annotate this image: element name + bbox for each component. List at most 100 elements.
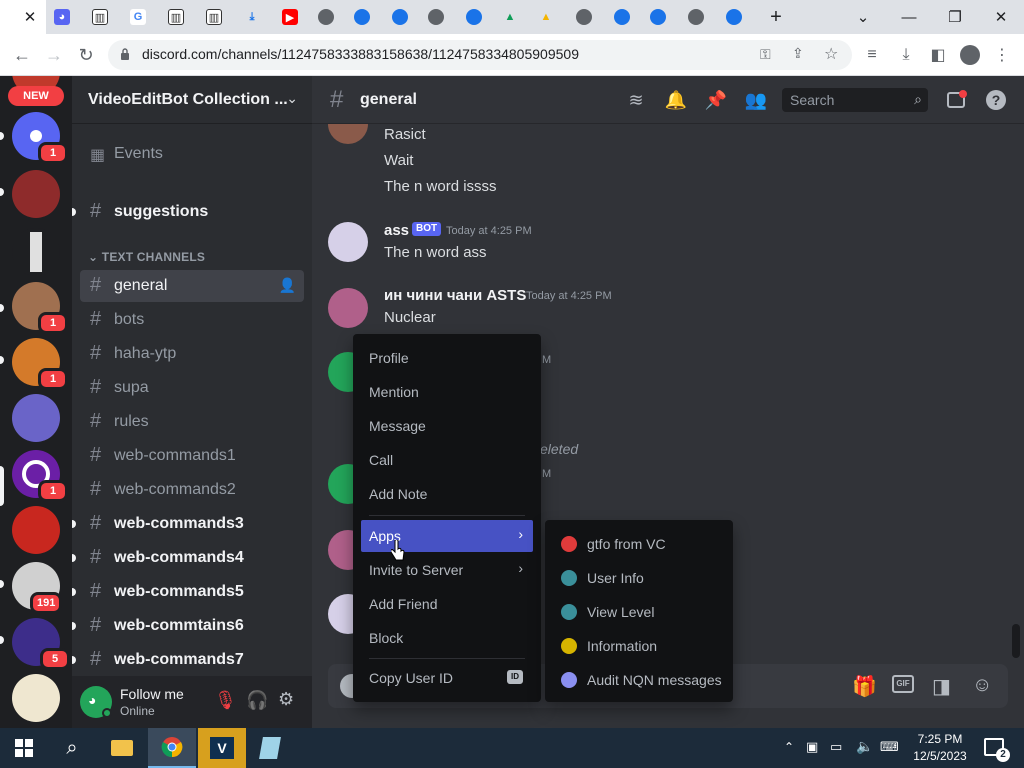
channel-web-commands1[interactable]: # web-commands1: [80, 440, 304, 472]
tab-globe-3[interactable]: [572, 0, 596, 34]
channel-web-commands7[interactable]: # web-commands7: [72, 644, 304, 676]
menu-item-add-note[interactable]: Add Note: [361, 478, 533, 510]
tab-archive-3[interactable]: ▥: [202, 0, 226, 34]
tab-search-button[interactable]: ⌄: [840, 0, 886, 34]
user-avatar[interactable]: [328, 222, 368, 262]
tab-globe-4[interactable]: [684, 0, 708, 34]
app-item-audit-nqn-messages[interactable]: Audit NQN messages: [553, 664, 725, 696]
tab-discord[interactable]: ◕: [50, 0, 74, 34]
help-icon[interactable]: ?: [984, 88, 1008, 112]
events-item[interactable]: ▦ Events: [80, 138, 304, 170]
search-input[interactable]: Search ⌕: [782, 88, 928, 112]
vegas-taskbar-button[interactable]: V: [198, 728, 246, 768]
pinned-messages-icon[interactable]: 📌: [704, 88, 728, 112]
tab-youtube[interactable]: ▶: [278, 0, 302, 34]
tab-globe-1[interactable]: [314, 0, 338, 34]
downloads-button[interactable]: ⤓: [894, 43, 918, 67]
tab-drive-2[interactable]: ▲: [534, 0, 558, 34]
back-button[interactable]: ←: [10, 43, 34, 67]
channel-suggestions[interactable]: # suggestions: [72, 196, 304, 228]
channel-rules[interactable]: # rules: [80, 406, 304, 438]
channel-general[interactable]: # general 👤: [80, 270, 304, 302]
inbox-icon[interactable]: [944, 88, 968, 112]
bookmark-star-icon[interactable]: ☆: [824, 44, 838, 64]
user-avatar[interactable]: ◕: [80, 686, 112, 718]
taskbar-clock[interactable]: 7:25 PM 12/5/2023: [900, 731, 980, 765]
restore-button[interactable]: ❐: [932, 0, 978, 34]
tab-bluesite-1[interactable]: [350, 0, 374, 34]
gif-icon[interactable]: GIF: [892, 675, 914, 693]
tab-download[interactable]: ⤓: [240, 0, 264, 34]
tray-app-icon[interactable]: ▣: [806, 739, 818, 755]
network-icon[interactable]: ▭: [830, 739, 842, 755]
minimize-button[interactable]: —: [886, 0, 932, 34]
message-scrollbar[interactable]: [1012, 124, 1020, 664]
tab-bluesite-3[interactable]: [462, 0, 486, 34]
app-item-user-info[interactable]: User Info: [553, 562, 725, 594]
invite-member-icon[interactable]: 👤: [279, 277, 296, 294]
close-window-button[interactable]: ✕: [978, 0, 1024, 34]
close-tab-icon[interactable]: ✕: [18, 0, 42, 34]
message-author[interactable]: ass: [384, 222, 409, 239]
tab-bluesite-6[interactable]: [722, 0, 746, 34]
new-tab-button[interactable]: +: [764, 0, 788, 34]
reload-button[interactable]: ↻: [74, 43, 98, 67]
message-author[interactable]: ин чини чани ASTS: [384, 287, 526, 304]
emoji-icon[interactable]: ☺: [972, 674, 992, 697]
server-icon-6[interactable]: [12, 394, 60, 442]
channel-haha-ytp[interactable]: # haha-ytp: [80, 338, 304, 370]
channel-bots[interactable]: # bots: [80, 304, 304, 336]
app-taskbar-button[interactable]: [246, 728, 294, 768]
menu-item-call[interactable]: Call: [361, 444, 533, 476]
chrome-menu-button[interactable]: ⋮: [990, 43, 1014, 67]
menu-item-message[interactable]: Message: [361, 410, 533, 442]
notification-bell-icon[interactable]: 🔔: [664, 88, 688, 112]
profile-button[interactable]: [958, 43, 982, 67]
channel-web-commands2[interactable]: # web-commands2: [80, 474, 304, 506]
tab-bluesite-4[interactable]: [610, 0, 634, 34]
volume-muted-icon[interactable]: 🔈: [856, 738, 873, 755]
notifications-icon[interactable]: 2: [984, 738, 1010, 762]
menu-item-block[interactable]: Block: [361, 622, 533, 654]
forward-button[interactable]: →: [42, 43, 66, 67]
threads-icon[interactable]: ≋: [624, 88, 648, 112]
member-list-icon[interactable]: 👥: [744, 88, 768, 112]
keyboard-icon[interactable]: ⌨: [880, 739, 899, 755]
tab-google[interactable]: G: [126, 0, 150, 34]
menu-item-add-friend[interactable]: Add Friend: [361, 588, 533, 620]
menu-item-copy-user-id[interactable]: Copy User ID ID: [361, 662, 533, 694]
file-explorer-button[interactable]: [98, 728, 146, 768]
tab-archive-2[interactable]: ▥: [164, 0, 188, 34]
sticker-icon[interactable]: ◨: [932, 674, 951, 699]
menu-item-mention[interactable]: Mention: [361, 376, 533, 408]
key-icon[interactable]: ⚿: [760, 46, 771, 63]
menu-item-profile[interactable]: Profile: [361, 342, 533, 374]
side-panel-button[interactable]: ◧: [926, 43, 950, 67]
search-button[interactable]: ⌕: [48, 728, 96, 768]
mute-mic-icon[interactable]: 🎙: [214, 690, 237, 711]
scrollbar-thumb[interactable]: [1012, 624, 1020, 658]
server-icon-2[interactable]: [12, 170, 60, 218]
share-icon[interactable]: ⇪: [792, 45, 804, 62]
chevron-up-icon[interactable]: ⌃: [784, 740, 794, 754]
menu-item-invite-to-server[interactable]: Invite to Server ›: [361, 554, 533, 586]
reading-list-button[interactable]: ≡: [860, 43, 884, 67]
channel-supa[interactable]: # supa: [80, 372, 304, 404]
channel-web-commtains6[interactable]: # web-commtains6: [72, 610, 304, 642]
chrome-taskbar-button[interactable]: [148, 728, 196, 768]
channel-web-commands4[interactable]: # web-commands4: [72, 542, 304, 574]
server-icon-3[interactable]: [12, 228, 60, 276]
category-text-channels[interactable]: ⌄ TEXT CHANNELS: [88, 250, 205, 264]
menu-item-apps[interactable]: Apps ›: [361, 520, 533, 552]
tab-drive-1[interactable]: ▲: [498, 0, 522, 34]
gift-icon[interactable]: 🎁: [852, 674, 877, 699]
address-bar[interactable]: discord.com/channels/1124758333883158638…: [108, 40, 852, 70]
tab-globe-2[interactable]: [424, 0, 448, 34]
app-item-information[interactable]: Information: [553, 630, 725, 662]
start-button[interactable]: [0, 728, 48, 768]
settings-gear-icon[interactable]: ⚙: [278, 689, 294, 710]
channel-web-commands5[interactable]: # web-commands5: [72, 576, 304, 608]
app-item-view-level[interactable]: View Level: [553, 596, 725, 628]
server-header[interactable]: VideoEditBot Collection ... ⌄: [72, 76, 312, 124]
channel-web-commands3[interactable]: # web-commands3: [72, 508, 304, 540]
